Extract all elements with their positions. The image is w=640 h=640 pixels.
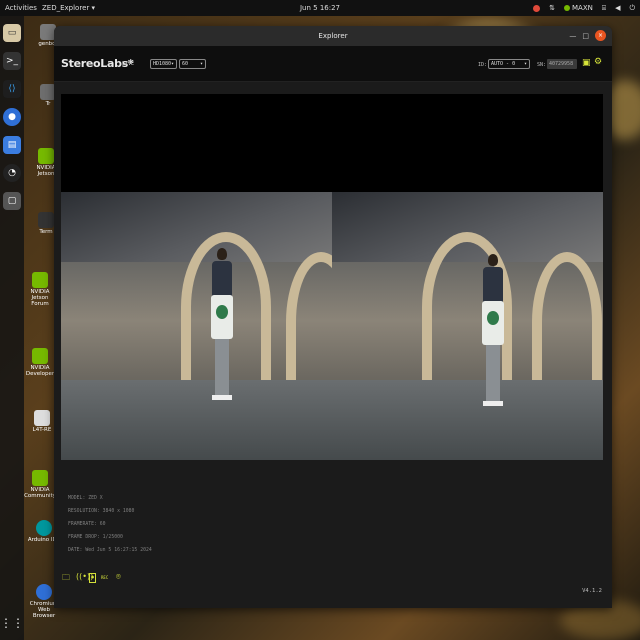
person-figure xyxy=(211,248,233,438)
window-icon[interactable]: ▢ xyxy=(3,192,21,210)
sn-label: SN: xyxy=(537,62,547,68)
minimize-button[interactable]: — xyxy=(569,32,576,40)
terminal-icon xyxy=(38,212,54,228)
system-tray[interactable]: ⇅ MAXN ⌸ ◀ ⏻ xyxy=(533,4,635,13)
bottom-controls: 🗀 ((•)) ⏺ REC ⌾ V4.1.2 xyxy=(54,564,612,608)
chromium-icon xyxy=(36,584,52,600)
fps-select[interactable]: 60 ▾ xyxy=(179,59,206,69)
info-frame-drop: FRAME DROP: 1/25000 xyxy=(68,535,123,540)
window-controls: — □ × xyxy=(569,30,606,41)
app-toolbar: StereoLabs* LIVE HD1080 ▾ 60 ▾ ID: AUTO … xyxy=(54,46,612,82)
info-framerate: FRAMERATE: 60 xyxy=(68,522,106,527)
network-icon[interactable]: ⇅ xyxy=(549,4,555,12)
dock: ▭ >_ ⟨⟩ ● ▤ ◔ ▢ ⋮⋮ xyxy=(0,16,24,640)
chevron-down-icon: ▾ xyxy=(199,61,203,67)
close-button[interactable]: × xyxy=(595,30,606,41)
camera-info-panel: MODEL: ZED X RESOLUTION: 3840 x 1080 FRA… xyxy=(68,492,152,557)
window-titlebar[interactable]: Explorer — □ × xyxy=(54,26,612,46)
resolution-value: HD1080 xyxy=(153,61,172,67)
desktop-icon-jetson-forum[interactable]: NVIDIA Jetson Forum xyxy=(22,272,58,307)
right-camera-frame xyxy=(332,192,603,460)
floor xyxy=(61,380,332,460)
nvidia-icon xyxy=(32,470,48,486)
folder-icon[interactable]: 🗀 xyxy=(62,572,70,586)
arduino-icon xyxy=(36,520,52,536)
status-icon[interactable] xyxy=(533,4,541,12)
chevron-down-icon: ▾ xyxy=(523,61,527,67)
info-model: MODEL: ZED X xyxy=(68,496,103,501)
camera-id-select[interactable]: AUTO - 0 ▾ xyxy=(488,59,530,69)
desktop-icon-nvidia-community[interactable]: NVIDIA Community xyxy=(22,470,58,499)
power-mode-label: MAXN xyxy=(571,4,593,12)
camera-icon[interactable]: ⌾ xyxy=(116,572,121,582)
nvidia-icon xyxy=(563,5,570,11)
explorer-window: Explorer — □ × StereoLabs* LIVE HD1080 ▾… xyxy=(54,26,612,608)
volume-icon[interactable]: ◀ xyxy=(615,4,620,12)
text-editor-icon[interactable]: ▤ xyxy=(3,136,21,154)
left-camera-frame xyxy=(61,192,332,460)
camera-id-value: AUTO - 0 xyxy=(491,61,516,67)
system-top-bar: Activities ZED_Explorer ▾ Jun 5 16:27 ⇅ … xyxy=(0,0,640,16)
power-icon[interactable]: ⏻ xyxy=(629,4,635,13)
resolution-select[interactable]: HD1080 ▾ xyxy=(150,59,177,69)
info-date: DATE: Wed Jun 5 16:27:15 2024 xyxy=(68,548,152,553)
vscode-icon[interactable]: ⟨⟩ xyxy=(3,80,21,98)
video-viewer xyxy=(61,94,603,460)
serial-number-field: 40729958 xyxy=(547,59,577,69)
version-label: V4.1.2 xyxy=(582,588,602,594)
live-mode-label[interactable]: LIVE xyxy=(122,61,134,67)
chevron-down-icon: ▾ xyxy=(170,61,174,67)
desktop-icon-nvidia-developer[interactable]: NVIDIA Developer xyxy=(22,348,58,377)
settings-gear-icon[interactable]: ⚙ xyxy=(594,57,602,67)
obs-icon[interactable]: ◔ xyxy=(3,164,21,182)
nvidia-icon xyxy=(32,348,48,364)
network-wired-icon[interactable]: ⌸ xyxy=(602,4,606,13)
window-title: Explorer xyxy=(318,32,348,40)
stereo-frames xyxy=(61,192,603,460)
show-apps-icon[interactable]: ⋮⋮ xyxy=(0,616,24,630)
fps-value: 60 xyxy=(182,61,189,67)
maximize-button[interactable]: □ xyxy=(582,32,589,40)
terminal-icon[interactable]: >_ xyxy=(3,52,21,70)
chromium-icon[interactable]: ● xyxy=(3,108,21,126)
person-figure xyxy=(482,254,504,444)
nvidia-icon xyxy=(38,148,54,164)
rec-label: REC xyxy=(101,575,109,580)
floor xyxy=(332,380,603,460)
panel-toggle-icon[interactable]: ▣ xyxy=(582,58,591,68)
arch xyxy=(286,252,332,392)
id-label: ID: xyxy=(478,62,488,68)
arch xyxy=(532,252,602,392)
nvidia-icon xyxy=(32,272,48,288)
doc-icon xyxy=(34,410,50,426)
record-icon[interactable]: ⏺ xyxy=(89,573,97,583)
files-icon[interactable]: ▭ xyxy=(3,24,21,42)
power-mode-indicator[interactable]: MAXN xyxy=(563,4,593,12)
info-resolution: RESOLUTION: 3840 x 1080 xyxy=(68,509,135,514)
